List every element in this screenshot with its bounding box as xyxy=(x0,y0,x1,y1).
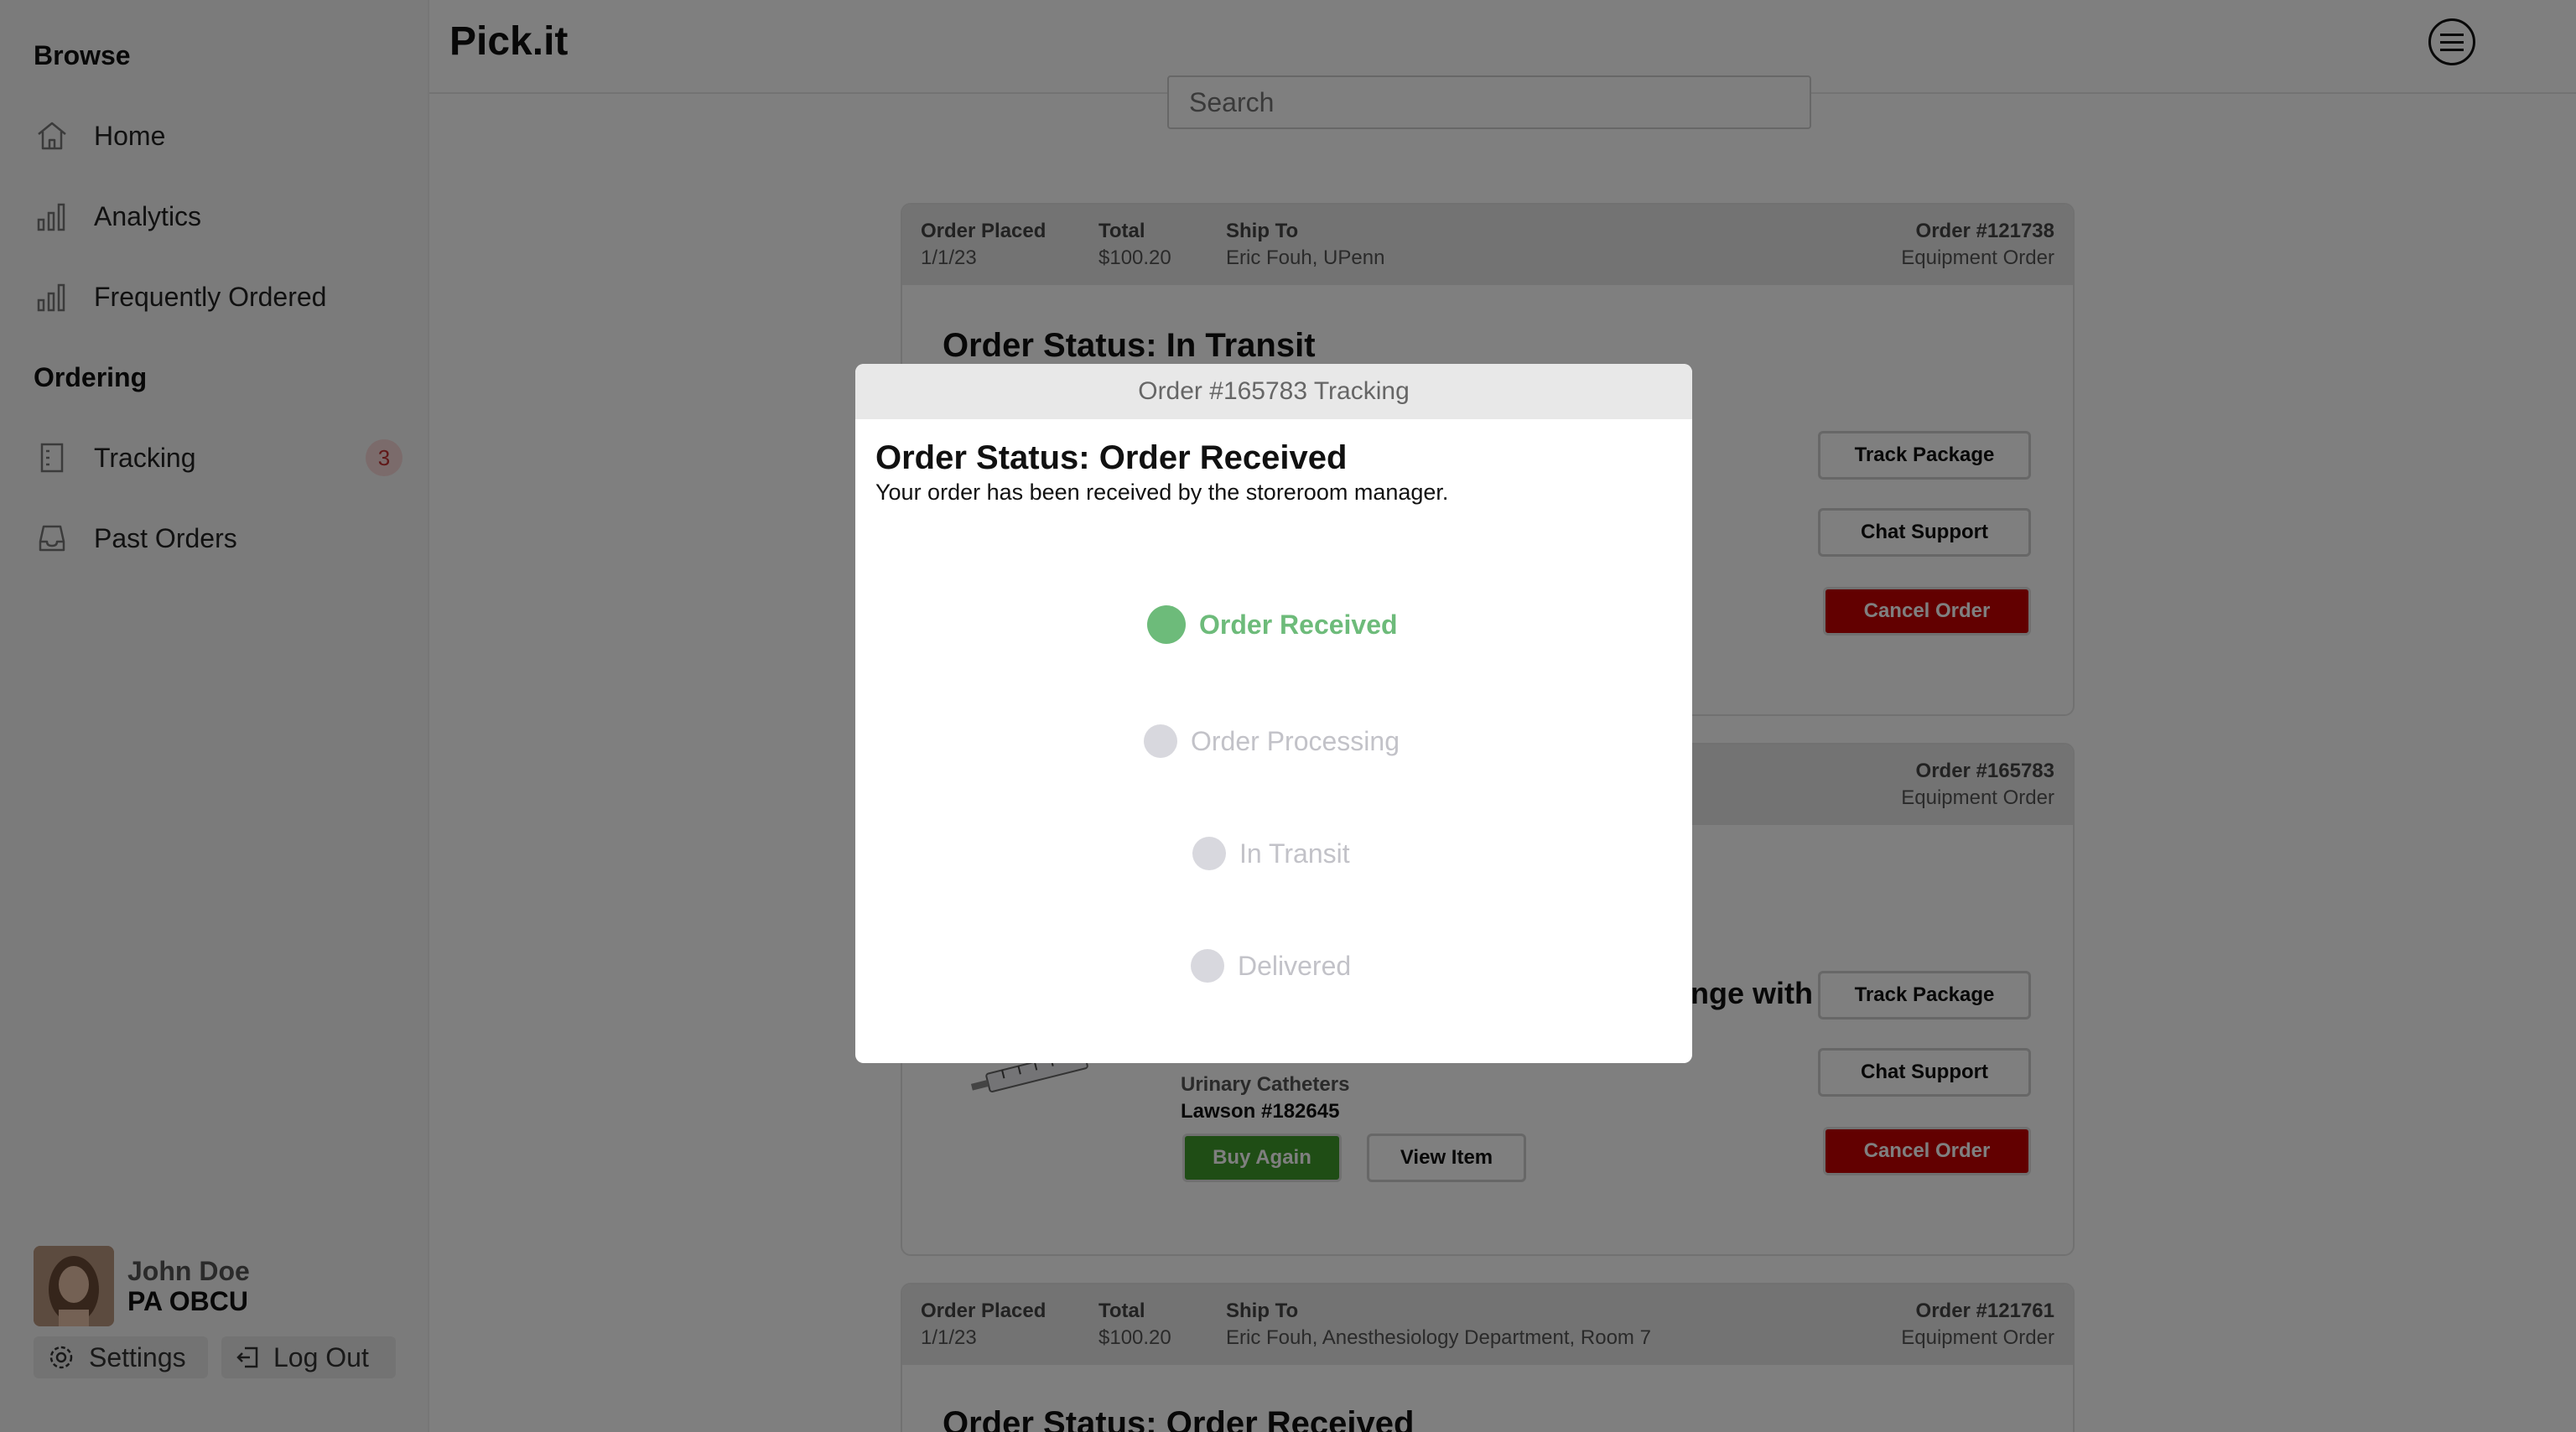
modal-header: Order #165783 Tracking xyxy=(855,364,1692,419)
step-order-received: Order Received xyxy=(1147,605,1398,644)
step-dot-icon xyxy=(1144,724,1177,758)
step-order-processing: Order Processing xyxy=(1144,724,1400,758)
step-dot-icon xyxy=(1147,605,1186,644)
tracking-modal: Order #165783 Tracking Order Status: Ord… xyxy=(855,364,1692,1063)
step-dot-icon xyxy=(1191,949,1224,983)
modal-description: Your order has been received by the stor… xyxy=(875,480,1449,505)
step-dot-icon xyxy=(1192,837,1226,870)
step-in-transit: In Transit xyxy=(1192,837,1350,870)
modal-title: Order Status: Order Received xyxy=(875,439,1348,476)
step-delivered: Delivered xyxy=(1191,949,1351,983)
